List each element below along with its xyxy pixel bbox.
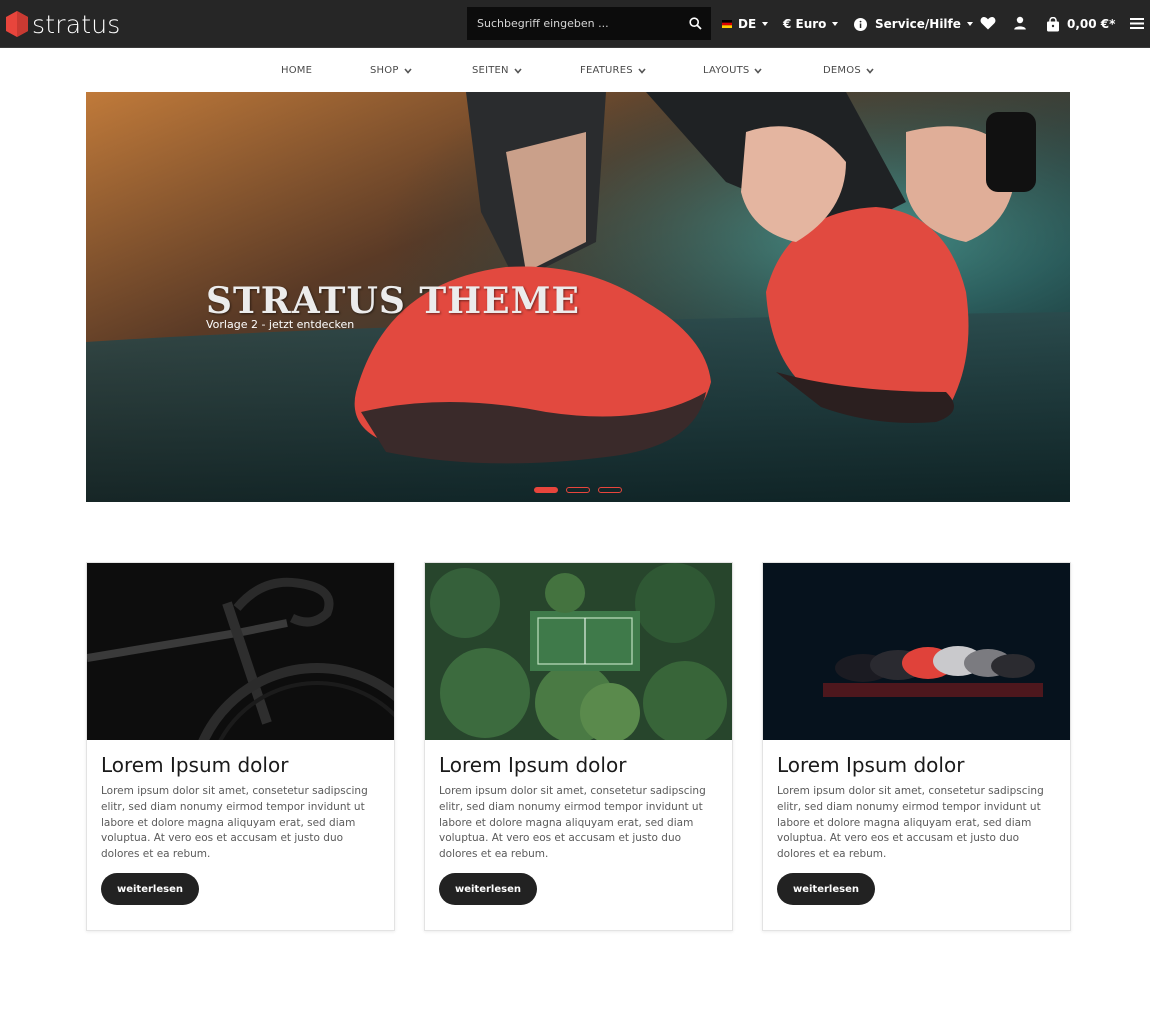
nav-item-label: Layouts xyxy=(703,65,750,76)
teaser-card: Lorem Ipsum dolor Lorem ipsum dolor sit … xyxy=(424,562,733,931)
slider-pagination xyxy=(534,487,624,495)
account-button[interactable] xyxy=(1009,12,1031,34)
nav-item-seiten[interactable]: Seiten xyxy=(472,49,522,92)
wishlist-button[interactable] xyxy=(977,12,999,34)
card-title: Lorem Ipsum dolor xyxy=(101,753,289,777)
nav-item-label: Seiten xyxy=(472,65,509,76)
language-selector[interactable]: DE xyxy=(722,0,769,48)
slider-dot[interactable] xyxy=(566,487,590,493)
cart-total: 0,00 €* xyxy=(1067,17,1116,31)
bicycle-photo xyxy=(87,563,394,740)
service-label: Service/Hilfe xyxy=(875,17,961,31)
card-title: Lorem Ipsum dolor xyxy=(439,753,627,777)
sneakers-row-photo xyxy=(763,563,1070,740)
main-navigation: Home Shop Seiten Features Layouts Demos xyxy=(0,49,1150,92)
hero-subtitle: Vorlage 2 - jetzt entdecken xyxy=(206,318,355,331)
card-image[interactable] xyxy=(87,563,394,740)
search-input[interactable] xyxy=(467,7,677,40)
info-icon xyxy=(854,17,867,31)
service-menu[interactable]: Service/Hilfe xyxy=(854,0,973,48)
menu-button[interactable] xyxy=(1126,12,1148,34)
logo-mark-icon xyxy=(6,11,28,37)
read-more-button[interactable]: weiterlesen xyxy=(101,873,199,905)
card-text: Lorem ipsum dolor sit amet, consetetur s… xyxy=(777,785,1044,861)
caret-down-icon xyxy=(832,22,839,26)
hero-slider[interactable]: STRATUS THEME Vorlage 2 - jetzt entdecke… xyxy=(86,92,1070,502)
nav-item-label: Home xyxy=(281,65,313,76)
card-text: Lorem ipsum dolor sit amet, consetetur s… xyxy=(439,785,706,861)
caret-down-icon xyxy=(762,22,769,26)
teaser-card: Lorem Ipsum dolor Lorem ipsum dolor sit … xyxy=(86,562,395,931)
card-text: Lorem ipsum dolor sit amet, consetetur s… xyxy=(101,785,368,861)
card-title: Lorem Ipsum dolor xyxy=(777,753,965,777)
german-flag-icon xyxy=(722,20,732,28)
nav-item-label: Shop xyxy=(370,65,399,76)
shopping-bag-icon xyxy=(1047,16,1059,31)
nav-item-label: Demos xyxy=(823,65,861,76)
hamburger-menu-icon xyxy=(1130,17,1144,29)
nav-item-home[interactable]: Home xyxy=(281,49,312,92)
hero-title: STRATUS THEME xyxy=(206,280,580,322)
logo-text: stratus xyxy=(32,9,121,39)
teaser-card: Lorem Ipsum dolor Lorem ipsum dolor sit … xyxy=(762,562,1071,931)
cart-button[interactable]: 0,00 €* xyxy=(1046,0,1115,48)
tennis-court-aerial-photo xyxy=(425,563,732,740)
read-more-button[interactable]: weiterlesen xyxy=(439,873,537,905)
slider-dot-active[interactable] xyxy=(534,487,558,493)
chevron-down-icon xyxy=(403,67,412,74)
user-icon xyxy=(1014,16,1026,30)
currency-label: € Euro xyxy=(783,17,827,31)
chevron-down-icon xyxy=(866,67,874,74)
chevron-down-icon xyxy=(514,67,522,74)
top-bar: stratus DE € Euro Service/Hilfe xyxy=(0,0,1150,48)
card-image[interactable] xyxy=(425,563,732,740)
logo[interactable]: stratus xyxy=(4,8,128,40)
search-bar xyxy=(467,7,711,40)
search-icon xyxy=(688,17,702,30)
nav-item-demos[interactable]: Demos xyxy=(823,49,874,92)
caret-down-icon xyxy=(966,22,973,26)
nav-item-label: Features xyxy=(580,65,633,76)
read-more-button[interactable]: weiterlesen xyxy=(777,873,875,905)
nav-item-shop[interactable]: Shop xyxy=(370,49,412,92)
currency-selector[interactable]: € Euro xyxy=(783,0,839,48)
heart-icon xyxy=(980,16,996,30)
slider-dot[interactable] xyxy=(598,487,622,493)
nav-item-features[interactable]: Features xyxy=(580,49,646,92)
chevron-down-icon xyxy=(754,67,763,74)
card-image[interactable] xyxy=(763,563,1070,740)
language-label: DE xyxy=(738,17,757,31)
chevron-down-icon xyxy=(638,67,646,74)
search-button[interactable] xyxy=(679,7,711,40)
nav-item-layouts[interactable]: Layouts xyxy=(703,49,763,92)
